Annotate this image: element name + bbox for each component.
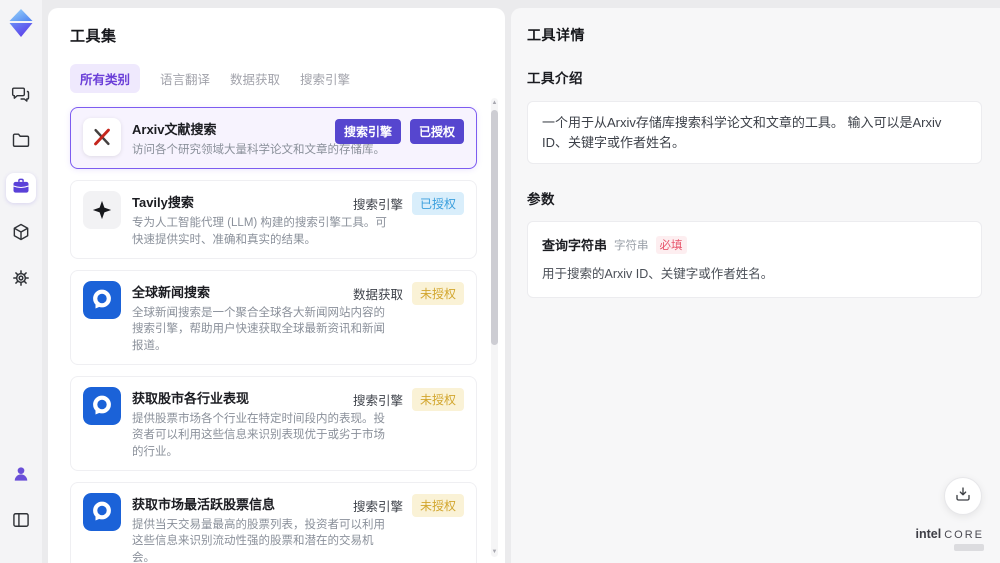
brand-intel: intel (915, 527, 942, 541)
brand-core: core (944, 529, 984, 541)
tool-badges: 数据获取 未授权 (352, 281, 464, 305)
tool-description: 全球新闻搜索是一个聚合全球各大新闻网站内容的搜索引擎，帮助用户快速获取全球最新资… (132, 306, 385, 352)
params-heading: 参数 (527, 192, 555, 207)
intro-heading: 工具介绍 (527, 71, 583, 86)
scroll-up-icon[interactable]: ▲ (491, 98, 498, 108)
sidebar-item-models[interactable] (6, 219, 36, 249)
category-tag: 搜索引擎 (352, 198, 403, 213)
tool-list: Arxiv文献搜索 访问各个研究领域大量科学论文和文章的存储库。 搜索引擎 已授权 Ta… (70, 107, 477, 563)
tool-description: 专为人工智能代理 (LLM) 构建的搜索引擎工具。可快速提供实时、准确和真实的结… (132, 217, 387, 246)
download-icon (954, 485, 972, 508)
tool-description: 提供股票市场各个行业在特定时间段内的表现。投资者可以利用这些信息来识别表现优于或… (132, 412, 385, 458)
sidebar-item-toolset[interactable] (6, 173, 36, 203)
sidebar-rail (0, 0, 42, 563)
briefcase-icon (11, 176, 31, 201)
sparkle-icon (83, 191, 121, 230)
scrollbar-thumb[interactable] (491, 110, 498, 345)
scrollbar[interactable]: ▲ ▼ (491, 98, 498, 557)
page-title: 工具集 (70, 28, 117, 45)
tool-badges: 搜索引擎 已授权 (352, 192, 464, 216)
sidebar-item-settings[interactable] (6, 265, 36, 295)
details-title: 工具详情 (527, 27, 585, 43)
brand-sub-bar (954, 544, 984, 551)
auth-badge: 未授权 (411, 387, 464, 411)
sidebar-item-collapse[interactable] (6, 507, 36, 537)
tool-card[interactable]: Arxiv文献搜索 访问各个研究领域大量科学论文和文章的存储库。 搜索引擎 已授权 (70, 107, 477, 170)
gear-icon (11, 268, 31, 293)
category-tag: 搜索引擎 (352, 393, 403, 408)
chat-icon (11, 84, 31, 109)
cube-icon (11, 222, 31, 247)
category-tag: 数据获取 (352, 287, 403, 302)
param-head: 查询字符串 字符串 必填 (542, 235, 967, 254)
tool-card[interactable]: 全球新闻搜索 全球新闻搜索是一个聚合全球各大新闻网站内容的搜索引擎，帮助用户快速获… (70, 269, 477, 365)
tool-badges: 搜索引擎 已授权 (334, 119, 464, 144)
main-area: 工具集 所有类别 语言翻译 数据获取 搜索引擎 Arxiv文献搜索 访问各个研究领域大量… (42, 8, 1000, 563)
param-box: 查询字符串 字符串 必填 用于搜索的Arxiv ID、关键字或作者姓名。 (527, 221, 982, 298)
scroll-down-icon[interactable]: ▼ (491, 547, 498, 557)
sidebar-item-chat[interactable] (6, 81, 36, 111)
tool-badges: 搜索引擎 未授权 (352, 387, 464, 411)
category-tab-1[interactable]: 语言翻译 (160, 64, 210, 93)
category-tab-2[interactable]: 数据获取 (230, 64, 280, 93)
download-button[interactable] (944, 477, 982, 515)
category-tab-0[interactable]: 所有类别 (70, 64, 141, 93)
news-icon (83, 280, 121, 319)
app-logo-icon (8, 8, 34, 43)
param-name: 查询字符串 (542, 238, 608, 253)
tool-card[interactable]: 获取市场最活跃股票信息 提供当天交易量最高的股票列表，投资者可以利用这些信息来识别… (70, 481, 477, 563)
param-required-badge: 必填 (655, 235, 687, 254)
tool-card[interactable]: 获取股市各行业表现 提供股票市场各个行业在特定时间段内的表现。投资者可以利用这些信… (70, 375, 477, 471)
tool-description: 访问各个研究领域大量科学论文和文章的存储库。 (132, 144, 385, 156)
sidebar-item-files[interactable] (6, 127, 36, 157)
auth-badge: 未授权 (411, 493, 464, 517)
sidebar-item-account[interactable] (6, 461, 36, 491)
intro-text: 一个用于从Arxiv存储库搜索科学论文和文章的工具。 输入可以是Arxiv ID… (542, 115, 942, 150)
param-type: 字符串 (614, 239, 649, 252)
news-icon (83, 386, 121, 425)
toolset-panel: 工具集 所有类别 语言翻译 数据获取 搜索引擎 Arxiv文献搜索 访问各个研究领域大量… (48, 8, 505, 563)
auth-badge: 未授权 (411, 281, 464, 305)
intel-core-logo: intel core (916, 527, 984, 551)
arxiv-icon (83, 118, 121, 156)
tool-details-panel: 工具详情 工具介绍 一个用于从Arxiv存储库搜索科学论文和文章的工具。 输入可… (511, 8, 1000, 563)
category-tag: 搜索引擎 (334, 119, 401, 144)
category-tabs: 所有类别 语言翻译 数据获取 搜索引擎 (70, 64, 505, 93)
category-tab-3[interactable]: 搜索引擎 (300, 64, 350, 93)
auth-badge: 已授权 (411, 192, 464, 216)
user-avatar-icon (11, 464, 31, 489)
panel-toggle-icon (11, 510, 31, 535)
news-icon (83, 492, 121, 531)
category-tag: 搜索引擎 (352, 499, 403, 514)
auth-badge: 已授权 (409, 119, 464, 144)
folder-icon (11, 130, 31, 155)
intro-box: 一个用于从Arxiv存储库搜索科学论文和文章的工具。 输入可以是Arxiv ID… (527, 101, 982, 164)
tool-badges: 搜索引擎 未授权 (352, 493, 464, 517)
tool-description: 提供当天交易量最高的股票列表，投资者可以利用这些信息来识别流动性强的股票和潜在的… (132, 518, 385, 563)
tool-card[interactable]: Tavily搜索 专为人工智能代理 (LLM) 构建的搜索引擎工具。可快速提供实时… (70, 180, 477, 259)
param-description: 用于搜索的Arxiv ID、关键字或作者姓名。 (542, 267, 774, 281)
